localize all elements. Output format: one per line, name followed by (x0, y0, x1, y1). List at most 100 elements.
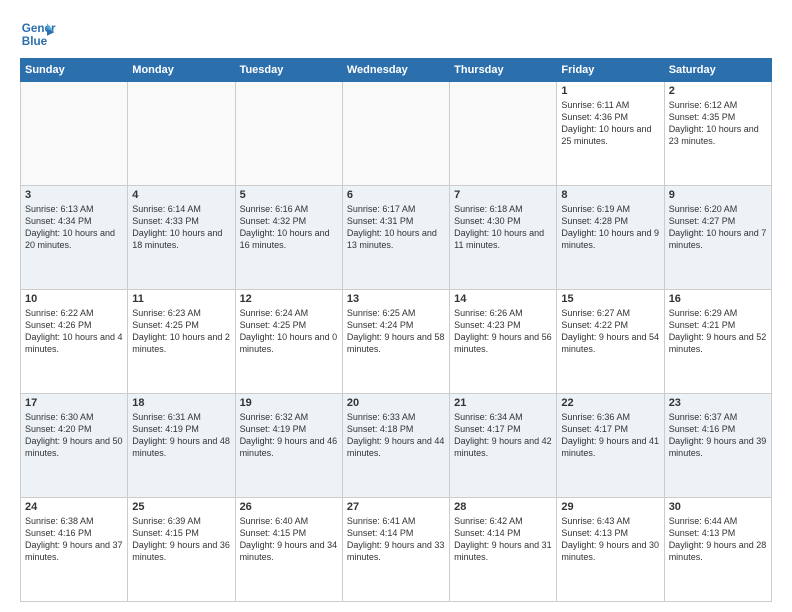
calendar-cell: 26 Sunrise: 6:40 AM Sunset: 4:15 PM Dayli… (235, 498, 342, 602)
weekday-header-sunday: Sunday (21, 59, 128, 82)
day-detail: Sunrise: 6:43 AM Sunset: 4:13 PM Dayligh… (561, 515, 659, 564)
day-number: 13 (347, 293, 445, 305)
day-number: 28 (454, 501, 552, 513)
calendar-cell: 8Sunrise: 6:19 AM Sunset: 4:28 PM Daylig… (557, 186, 664, 290)
calendar-cell (21, 82, 128, 186)
calendar-cell: 10Sunrise: 6:22 AM Sunset: 4:26 PM Dayli… (21, 290, 128, 394)
calendar-cell: 1Sunrise: 6:11 AM Sunset: 4:36 PM Daylig… (557, 82, 664, 186)
weekday-header-monday: Monday (128, 59, 235, 82)
day-detail: Sunrise: 6:31 AM Sunset: 4:19 PM Dayligh… (132, 411, 230, 460)
day-detail: Sunrise: 6:40 AM Sunset: 4:15 PM Dayligh… (240, 515, 338, 564)
day-number: 5 (240, 189, 338, 201)
calendar-cell: 27 Sunrise: 6:41 AM Sunset: 4:14 PM Dayli… (342, 498, 449, 602)
day-number: 11 (132, 293, 230, 305)
calendar-week-5: 24 Sunrise: 6:38 AM Sunset: 4:16 PM Dayli… (21, 498, 772, 602)
day-number: 15 (561, 293, 659, 305)
day-number: 2 (669, 85, 767, 97)
calendar-cell: 24 Sunrise: 6:38 AM Sunset: 4:16 PM Dayli… (21, 498, 128, 602)
calendar-cell: 15 Sunrise: 6:27 AM Sunset: 4:22 PM Dayli… (557, 290, 664, 394)
day-detail: Sunrise: 6:30 AM Sunset: 4:20 PM Dayligh… (25, 411, 123, 460)
calendar-cell: 21Sunrise: 6:34 AM Sunset: 4:17 PM Dayli… (450, 394, 557, 498)
calendar-cell: 30 Sunrise: 6:44 AM Sunset: 4:13 PM Dayli… (664, 498, 771, 602)
day-number: 24 (25, 501, 123, 513)
calendar-table: SundayMondayTuesdayWednesdayThursdayFrid… (20, 58, 772, 602)
weekday-header-saturday: Saturday (664, 59, 771, 82)
day-detail: Sunrise: 6:42 AM Sunset: 4:14 PM Dayligh… (454, 515, 552, 564)
day-detail: Sunrise: 6:18 AM Sunset: 4:30 PM Dayligh… (454, 203, 552, 252)
calendar-cell (450, 82, 557, 186)
weekday-header-wednesday: Wednesday (342, 59, 449, 82)
calendar-cell: 5 Sunrise: 6:16 AM Sunset: 4:32 PM Daylig… (235, 186, 342, 290)
calendar-week-2: 3Sunrise: 6:13 AM Sunset: 4:34 PM Daylig… (21, 186, 772, 290)
calendar-cell: 22Sunrise: 6:36 AM Sunset: 4:17 PM Dayli… (557, 394, 664, 498)
svg-text:Blue: Blue (22, 35, 48, 48)
logo: General Blue (20, 16, 56, 52)
calendar-cell: 3Sunrise: 6:13 AM Sunset: 4:34 PM Daylig… (21, 186, 128, 290)
day-detail: Sunrise: 6:41 AM Sunset: 4:14 PM Dayligh… (347, 515, 445, 564)
day-number: 29 (561, 501, 659, 513)
day-number: 21 (454, 397, 552, 409)
day-number: 9 (669, 189, 767, 201)
day-detail: Sunrise: 6:12 AM Sunset: 4:35 PM Dayligh… (669, 99, 767, 148)
calendar-cell: 11Sunrise: 6:23 AM Sunset: 4:25 PM Dayli… (128, 290, 235, 394)
weekday-header-friday: Friday (557, 59, 664, 82)
calendar-cell: 20 Sunrise: 6:33 AM Sunset: 4:18 PM Dayli… (342, 394, 449, 498)
day-detail: Sunrise: 6:36 AM Sunset: 4:17 PM Dayligh… (561, 411, 659, 460)
day-number: 17 (25, 397, 123, 409)
day-number: 4 (132, 189, 230, 201)
calendar-cell (235, 82, 342, 186)
day-number: 20 (347, 397, 445, 409)
calendar-header: SundayMondayTuesdayWednesdayThursdayFrid… (21, 59, 772, 82)
day-detail: Sunrise: 6:14 AM Sunset: 4:33 PM Dayligh… (132, 203, 230, 252)
calendar-cell: 17 Sunrise: 6:30 AM Sunset: 4:20 PM Dayli… (21, 394, 128, 498)
day-number: 12 (240, 293, 338, 305)
day-detail: Sunrise: 6:20 AM Sunset: 4:27 PM Dayligh… (669, 203, 767, 252)
calendar-cell: 6 Sunrise: 6:17 AM Sunset: 4:31 PM Daylig… (342, 186, 449, 290)
day-detail: Sunrise: 6:33 AM Sunset: 4:18 PM Dayligh… (347, 411, 445, 460)
calendar-cell: 25 Sunrise: 6:39 AM Sunset: 4:15 PM Dayli… (128, 498, 235, 602)
calendar-body: 1Sunrise: 6:11 AM Sunset: 4:36 PM Daylig… (21, 82, 772, 602)
day-detail: Sunrise: 6:26 AM Sunset: 4:23 PM Dayligh… (454, 307, 552, 356)
day-number: 14 (454, 293, 552, 305)
calendar-cell (128, 82, 235, 186)
day-number: 6 (347, 189, 445, 201)
calendar-cell: 4 Sunrise: 6:14 AM Sunset: 4:33 PM Daylig… (128, 186, 235, 290)
calendar-cell: 2 Sunrise: 6:12 AM Sunset: 4:35 PM Daylig… (664, 82, 771, 186)
day-detail: Sunrise: 6:17 AM Sunset: 4:31 PM Dayligh… (347, 203, 445, 252)
weekday-header-tuesday: Tuesday (235, 59, 342, 82)
calendar-week-4: 17 Sunrise: 6:30 AM Sunset: 4:20 PM Dayli… (21, 394, 772, 498)
calendar-cell: 16 Sunrise: 6:29 AM Sunset: 4:21 PM Dayli… (664, 290, 771, 394)
day-detail: Sunrise: 6:29 AM Sunset: 4:21 PM Dayligh… (669, 307, 767, 356)
logo-icon: General Blue (20, 16, 56, 52)
weekday-header-row: SundayMondayTuesdayWednesdayThursdayFrid… (21, 59, 772, 82)
day-detail: Sunrise: 6:13 AM Sunset: 4:34 PM Dayligh… (25, 203, 123, 252)
page: General Blue SundayMondayTuesdayWednesda… (0, 0, 792, 612)
calendar-cell: 18Sunrise: 6:31 AM Sunset: 4:19 PM Dayli… (128, 394, 235, 498)
day-detail: Sunrise: 6:24 AM Sunset: 4:25 PM Dayligh… (240, 307, 338, 356)
day-detail: Sunrise: 6:16 AM Sunset: 4:32 PM Dayligh… (240, 203, 338, 252)
day-detail: Sunrise: 6:38 AM Sunset: 4:16 PM Dayligh… (25, 515, 123, 564)
day-number: 27 (347, 501, 445, 513)
calendar-cell: 14 Sunrise: 6:26 AM Sunset: 4:23 PM Dayli… (450, 290, 557, 394)
day-number: 16 (669, 293, 767, 305)
day-number: 25 (132, 501, 230, 513)
day-number: 8 (561, 189, 659, 201)
day-detail: Sunrise: 6:25 AM Sunset: 4:24 PM Dayligh… (347, 307, 445, 356)
calendar-cell (342, 82, 449, 186)
calendar-cell: 29 Sunrise: 6:43 AM Sunset: 4:13 PM Dayli… (557, 498, 664, 602)
calendar-cell: 13 Sunrise: 6:25 AM Sunset: 4:24 PM Dayli… (342, 290, 449, 394)
day-detail: Sunrise: 6:27 AM Sunset: 4:22 PM Dayligh… (561, 307, 659, 356)
day-detail: Sunrise: 6:44 AM Sunset: 4:13 PM Dayligh… (669, 515, 767, 564)
day-number: 26 (240, 501, 338, 513)
calendar-week-3: 10Sunrise: 6:22 AM Sunset: 4:26 PM Dayli… (21, 290, 772, 394)
day-detail: Sunrise: 6:37 AM Sunset: 4:16 PM Dayligh… (669, 411, 767, 460)
calendar-week-1: 1Sunrise: 6:11 AM Sunset: 4:36 PM Daylig… (21, 82, 772, 186)
day-number: 30 (669, 501, 767, 513)
calendar-cell: 19Sunrise: 6:32 AM Sunset: 4:19 PM Dayli… (235, 394, 342, 498)
day-detail: Sunrise: 6:22 AM Sunset: 4:26 PM Dayligh… (25, 307, 123, 356)
day-detail: Sunrise: 6:39 AM Sunset: 4:15 PM Dayligh… (132, 515, 230, 564)
day-number: 1 (561, 85, 659, 97)
day-number: 19 (240, 397, 338, 409)
calendar-cell: 23Sunrise: 6:37 AM Sunset: 4:16 PM Dayli… (664, 394, 771, 498)
calendar-cell: 7Sunrise: 6:18 AM Sunset: 4:30 PM Daylig… (450, 186, 557, 290)
